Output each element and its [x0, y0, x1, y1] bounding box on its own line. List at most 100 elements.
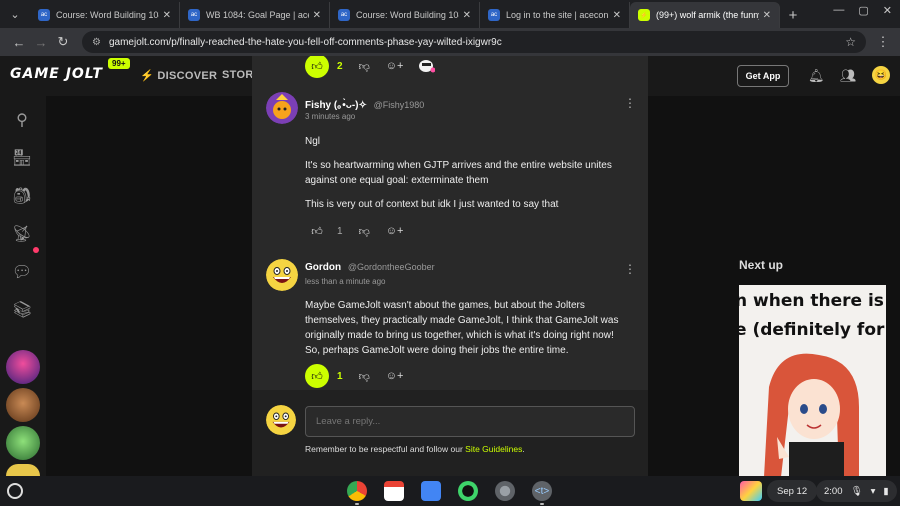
broadcast-icon[interactable]: 📡︎ — [10, 222, 34, 246]
dislike-icon[interactable]: 👎︎ — [359, 370, 370, 383]
browser-tab[interactable]: ac WB 1084: Goal Page | aceco ✕ — [180, 2, 330, 28]
reload-icon[interactable]: ↻ — [52, 34, 74, 50]
comment-timestamp[interactable]: less than a minute ago — [305, 277, 386, 286]
add-reaction-icon[interactable]: ☺︎+ — [386, 370, 404, 382]
tote-thumbnail-icon[interactable] — [740, 481, 762, 501]
tab-title: (99+) wolf armik (the funny m — [656, 10, 759, 20]
add-reaction-icon[interactable]: ☺︎+ — [386, 60, 404, 72]
stocks-app-icon[interactable] — [458, 481, 478, 501]
comment-body: Ngl It's so heartwarming when GJTP arriv… — [305, 134, 625, 221]
guidelines-note-suffix: . — [522, 444, 525, 454]
commenter-name[interactable]: Fishy (｡•̀ᴗ-)✧ @Fishy1980 — [305, 96, 424, 111]
gamejolt-favicon-icon: ⚡ — [638, 9, 650, 21]
tab-title: Course: Word Building 1084 | — [56, 10, 159, 20]
browser-menu-icon[interactable]: ⋮ — [874, 34, 892, 50]
guidelines-note-text: Remember to be respectful and follow our — [305, 444, 466, 454]
chrome-app-icon[interactable] — [347, 481, 367, 501]
chat-icon[interactable]: 💬︎ — [10, 260, 34, 284]
maximize-icon[interactable]: ▢ — [858, 4, 868, 17]
discover-link[interactable]: ⚡ DISCOVER — [140, 69, 217, 82]
acecon-favicon-icon: ac — [488, 9, 500, 21]
terminal-app-icon[interactable]: <t> — [532, 481, 552, 501]
discover-icon: ⚡ — [140, 70, 154, 82]
browser-toolbar: ← → ↻ ⚙ gamejolt.com/p/finally-reached-t… — [0, 28, 900, 56]
user-avatar[interactable]: 😆 — [872, 66, 890, 84]
friends-icon[interactable]: 👥︎ — [840, 68, 857, 84]
app-running-indicator — [540, 503, 544, 505]
like-button[interactable]: 👍︎ — [305, 56, 329, 78]
wifi-icon: ▾ — [870, 485, 876, 497]
date-tray[interactable]: Sep 12 — [767, 480, 818, 502]
close-tab-icon[interactable]: ✕ — [763, 10, 771, 21]
minimize-icon[interactable]: — — [833, 4, 844, 17]
commenter-display-name: Gordon — [305, 262, 342, 273]
like-button[interactable]: 👍︎ — [305, 364, 329, 388]
community-avatar[interactable] — [6, 464, 40, 476]
launcher-button[interactable] — [7, 483, 23, 499]
reaction-emoji-icon[interactable] — [419, 59, 436, 73]
bookmark-star-icon[interactable]: ☆ — [845, 35, 856, 49]
add-reaction-icon[interactable]: ☺︎+ — [386, 225, 404, 237]
activity-feed-icon[interactable]: ⚲ — [10, 108, 34, 132]
url-text: gamejolt.com/p/finally-reached-the-hate-… — [108, 36, 502, 48]
dislike-icon[interactable]: 👎︎ — [359, 225, 370, 238]
commenter-avatar[interactable] — [266, 92, 298, 124]
get-app-button[interactable]: Get App — [737, 65, 789, 87]
store-icon[interactable]: 🏪︎ — [10, 146, 34, 170]
gmail-app-icon[interactable] — [384, 481, 404, 501]
comment-options-icon[interactable]: ⋮ — [624, 96, 636, 110]
close-tab-icon[interactable]: ✕ — [313, 10, 321, 21]
commenter-handle: @GordontheeGoober — [347, 262, 435, 272]
comment-paragraph: This is very out of context but idk I ju… — [305, 199, 559, 210]
close-tab-icon[interactable]: ✕ — [163, 10, 171, 21]
comment-actions: 👍︎ 1 👎︎ ☺︎+ — [305, 219, 419, 243]
back-icon[interactable]: ← — [8, 35, 30, 50]
close-window-icon[interactable]: ✕ — [883, 4, 892, 17]
site-info-icon[interactable]: ⚙ — [92, 37, 101, 48]
acecon-favicon-icon: ac — [338, 9, 350, 21]
close-tab-icon[interactable]: ✕ — [613, 10, 621, 21]
community-avatar[interactable] — [6, 426, 40, 460]
thumbnail-caption-line: n when there is a — [739, 291, 886, 311]
acecon-favicon-icon: ac — [38, 9, 50, 21]
like-button[interactable]: 👍︎ — [305, 219, 329, 243]
new-tab-button[interactable]: + — [780, 2, 806, 28]
mic-icon: 🎙︎ — [850, 485, 863, 497]
clock-text: 2:00 — [824, 485, 843, 497]
site-guidelines-link[interactable]: Site Guidelines — [465, 444, 522, 454]
browser-tab[interactable]: ac Log in to the site | aceconnec ✕ — [480, 2, 630, 28]
tab-title: Course: Word Building 1084 | — [356, 10, 459, 20]
notifications-bell-icon[interactable]: 🔔︎ — [808, 68, 825, 84]
reply-input[interactable] — [305, 406, 635, 437]
dislike-icon[interactable]: 👎︎ — [359, 60, 370, 73]
settings-gear-icon[interactable] — [495, 481, 515, 501]
like-count: 1 — [337, 225, 343, 237]
status-tray[interactable]: 2:00 🎙︎ ▾ ▮ — [816, 480, 897, 502]
commenter-avatar[interactable] — [266, 259, 298, 291]
discover-label: DISCOVER — [157, 70, 218, 82]
next-up-thumbnail[interactable]: n when there is a e (definitely for s — [739, 285, 886, 476]
close-tab-icon[interactable]: ✕ — [463, 10, 471, 21]
like-count: 1 — [337, 370, 343, 382]
backpack-icon[interactable]: 🎒︎ — [10, 184, 34, 208]
gamejolt-sidebar: ⚲ 🏪︎ 🎒︎ 📡︎ 💬︎ 📚︎ — [0, 96, 46, 476]
library-icon[interactable]: 📚︎ — [10, 298, 34, 322]
app-running-indicator — [355, 503, 359, 505]
comment-timestamp[interactable]: 3 minutes ago — [305, 112, 355, 121]
forward-icon[interactable]: → — [30, 35, 52, 50]
browser-tab[interactable]: ac Course: Word Building 1084 | ✕ — [30, 2, 180, 28]
tab-title: Log in to the site | aceconnec — [506, 10, 609, 20]
community-avatar[interactable] — [6, 388, 40, 422]
tab-search-button[interactable]: ⌄ — [0, 0, 30, 28]
commenter-name[interactable]: Gordon @GordontheeGoober — [305, 262, 435, 273]
anime-character-illustration — [764, 353, 859, 476]
files-app-icon[interactable] — [421, 481, 441, 501]
comment-body: Maybe GameJolt wasn't about the games, b… — [305, 298, 627, 367]
window-controls: — ▢ ✕ — [833, 4, 892, 17]
gamejolt-logo[interactable]: GAME JOLT — [10, 66, 103, 82]
browser-tab-active[interactable]: ⚡ (99+) wolf armik (the funny m ✕ — [630, 2, 780, 28]
browser-tab[interactable]: ac Course: Word Building 1084 | ✕ — [330, 2, 480, 28]
address-bar[interactable]: ⚙ gamejolt.com/p/finally-reached-the-hat… — [82, 31, 866, 53]
comment-options-icon[interactable]: ⋮ — [624, 262, 636, 276]
community-avatar[interactable] — [6, 350, 40, 384]
